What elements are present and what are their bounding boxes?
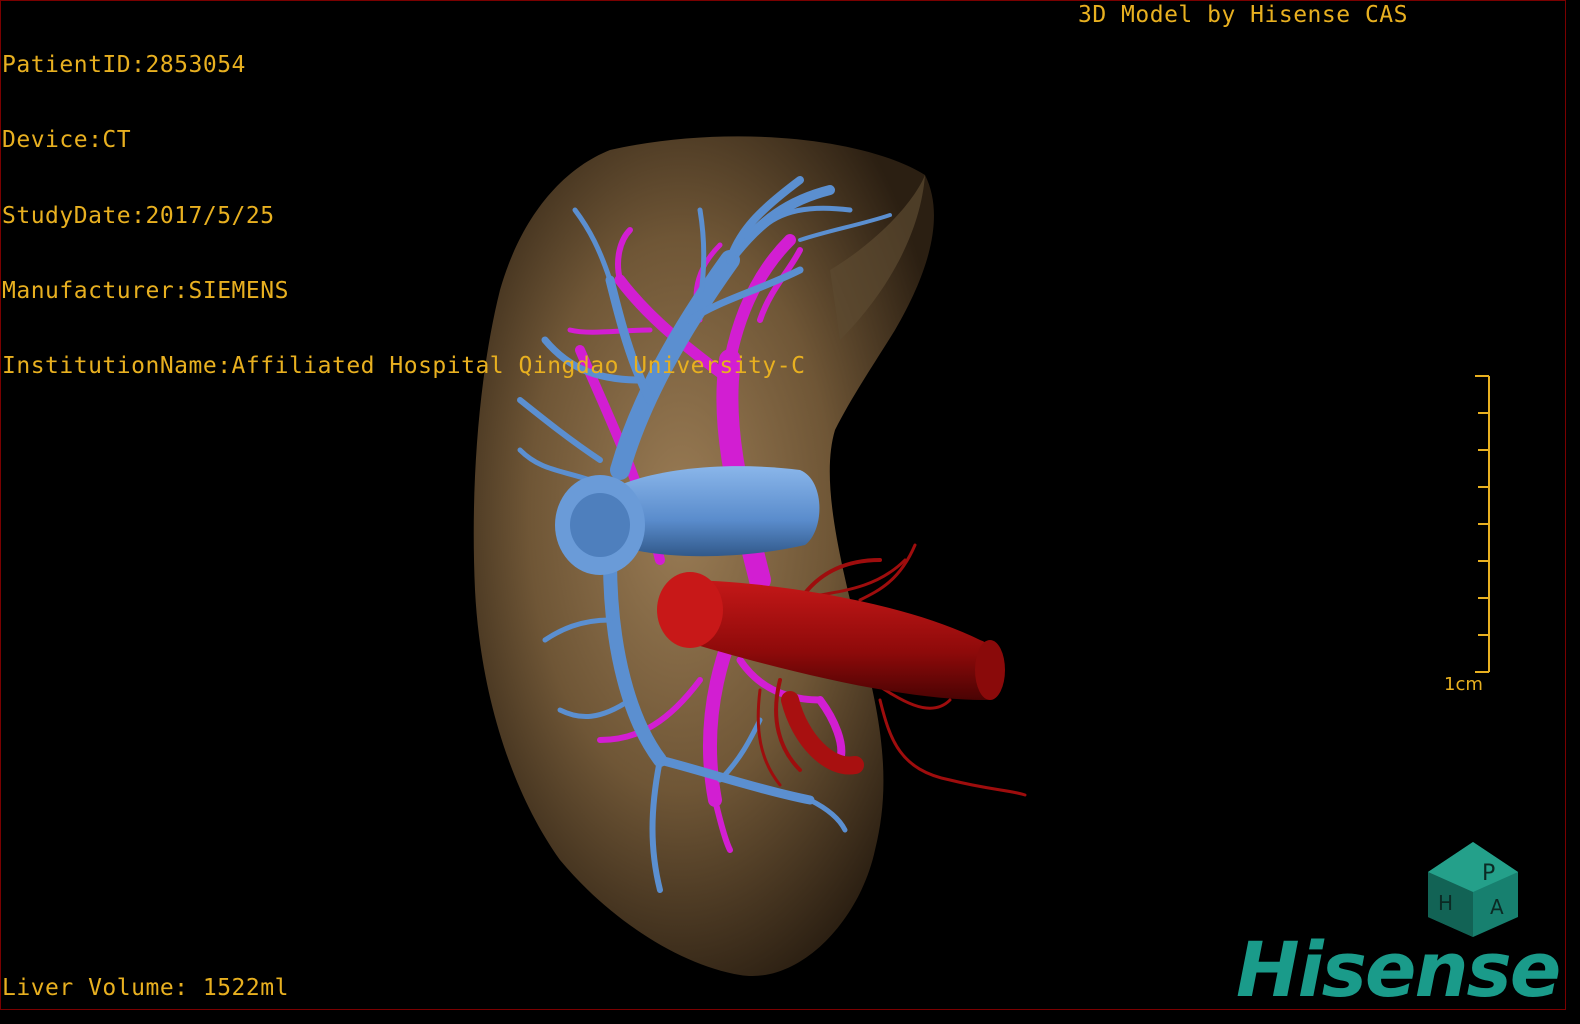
- dicom-info-panel: PatientID:2853054 Device:CT StudyDate:20…: [2, 3, 805, 404]
- scale-bar: [1475, 375, 1490, 673]
- patient-id: PatientID:2853054: [2, 52, 246, 78]
- hisense-logo: Hisense: [1236, 925, 1561, 1014]
- cube-face-h: H: [1438, 891, 1453, 915]
- study-date: StudyDate:2017/5/25: [2, 202, 275, 229]
- institution-name: InstitutionName:Affiliated Hospital Qing…: [2, 353, 806, 380]
- manufacturer: Manufacturer:SIEMENS: [2, 277, 289, 304]
- cube-face-p: P: [1482, 861, 1495, 886]
- scale-bar-label: 1cm: [1444, 674, 1483, 695]
- device: Device:CT: [2, 127, 132, 154]
- model-credit: 3D Model by Hisense CAS: [1078, 2, 1408, 28]
- cube-face-a: A: [1490, 895, 1504, 919]
- liver-volume: Liver Volume: 1522ml: [2, 975, 289, 1001]
